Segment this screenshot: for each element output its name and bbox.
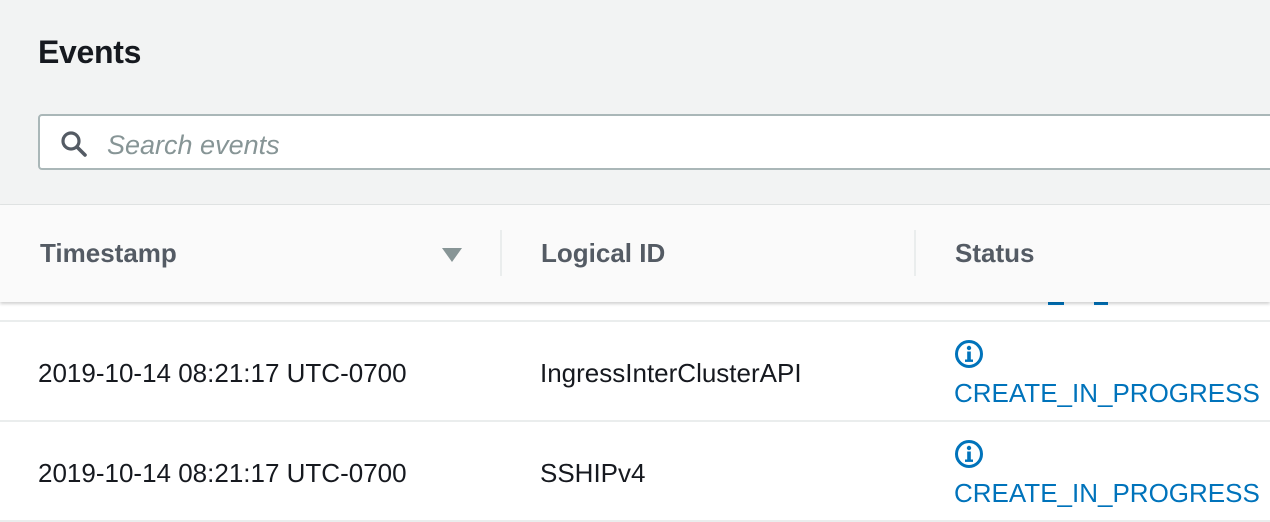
column-header-status[interactable]: Status — [955, 238, 1034, 269]
search-placeholder: Search events — [107, 130, 280, 160]
logical-id-cell: IngressInterClusterAPI — [540, 358, 802, 388]
status-link[interactable]: CREATE_IN_PROGRESS — [954, 478, 1260, 509]
column-divider[interactable] — [500, 230, 502, 276]
events-panel: Events Search events Timestamp Logical I… — [0, 0, 1270, 522]
search-icon — [61, 131, 87, 157]
column-header-timestamp[interactable]: Timestamp — [40, 238, 177, 269]
events-table-body: 2019-10-14 08:21:17 UTC-0700 IngressInte… — [0, 302, 1270, 522]
clipped-status-link — [1094, 302, 1108, 305]
sort-descending-icon[interactable] — [440, 246, 464, 264]
clipped-status-link — [1048, 302, 1064, 305]
logical-id-cell: SSHIPv4 — [540, 458, 646, 488]
table-row: 2019-10-14 08:21:17 UTC-0700 SSHIPv4 CRE… — [0, 420, 1270, 520]
timestamp-cell: 2019-10-14 08:21:17 UTC-0700 — [38, 458, 407, 488]
info-circle-icon — [955, 440, 983, 468]
column-header-logical-id[interactable]: Logical ID — [541, 238, 665, 269]
table-header: Timestamp Logical ID Status — [0, 205, 1270, 302]
status-link[interactable]: CREATE_IN_PROGRESS — [954, 378, 1260, 409]
table-row-clipped — [0, 302, 1270, 320]
search-input[interactable]: Search events — [38, 114, 1270, 170]
page-title: Events — [38, 34, 142, 70]
column-divider[interactable] — [914, 230, 916, 276]
info-circle-icon — [955, 340, 983, 368]
timestamp-cell: 2019-10-14 08:21:17 UTC-0700 — [38, 358, 407, 388]
table-row: 2019-10-14 08:21:17 UTC-0700 IngressInte… — [0, 320, 1270, 420]
